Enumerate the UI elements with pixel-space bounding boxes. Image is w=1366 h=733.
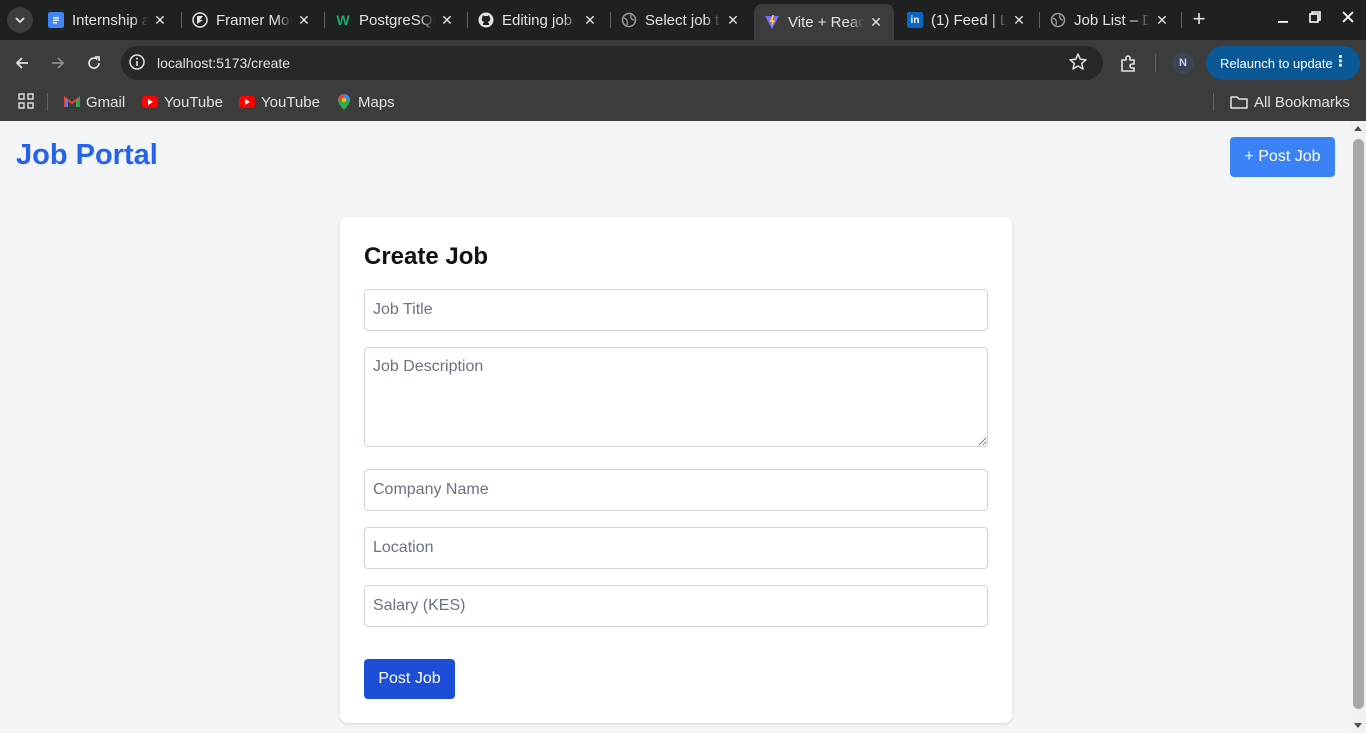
bookmark-star-icon[interactable] bbox=[1068, 52, 1088, 72]
close-icon[interactable]: ✕ bbox=[582, 12, 598, 29]
tab-bar: Internship and ✕ Framer Motion ✕ W Postg… bbox=[0, 0, 1366, 40]
salary-input[interactable] bbox=[364, 585, 988, 627]
close-icon[interactable]: ✕ bbox=[439, 12, 455, 29]
more-vert-icon[interactable]: ⋮ bbox=[1333, 54, 1348, 70]
globe-icon bbox=[621, 12, 637, 28]
restore-icon bbox=[1309, 11, 1321, 23]
forward-button[interactable] bbox=[46, 51, 70, 75]
all-bookmarks-button[interactable]: All Bookmarks bbox=[1230, 90, 1350, 114]
tab-label: Select job to bbox=[645, 11, 721, 29]
apps-grid-icon[interactable] bbox=[18, 93, 34, 109]
close-icon bbox=[1342, 11, 1354, 23]
scroll-thumb[interactable] bbox=[1353, 139, 1364, 709]
tab-label: Framer Motion bbox=[216, 11, 292, 29]
create-job-card: Create Job Post Job bbox=[340, 217, 1012, 723]
tab-linkedin[interactable]: in (1) Feed | LinkedIn ✕ bbox=[897, 4, 1037, 36]
scroll-down-arrow-icon[interactable] bbox=[1354, 723, 1362, 728]
tab-label: Vite + React bbox=[788, 13, 864, 31]
job-description-textarea[interactable] bbox=[364, 347, 988, 447]
brand-logo[interactable]: Job Portal bbox=[16, 139, 158, 172]
maps-icon bbox=[336, 94, 352, 110]
minimize-button[interactable] bbox=[1272, 8, 1294, 30]
youtube-icon bbox=[239, 94, 255, 110]
tab-label: Job List – Django bbox=[1074, 11, 1150, 29]
bookmarks-bar: Gmail YouTube YouTube Maps All Bookmarks bbox=[0, 86, 1366, 121]
form-title: Create Job bbox=[364, 243, 489, 270]
youtube-icon bbox=[142, 94, 158, 110]
tab-search-button[interactable] bbox=[7, 7, 33, 33]
bookmark-maps[interactable]: Maps bbox=[336, 90, 395, 114]
tab-framer[interactable]: Framer Motion ✕ bbox=[182, 4, 322, 36]
google-docs-icon bbox=[48, 12, 64, 28]
tab-select-job[interactable]: Select job to ✕ bbox=[611, 4, 751, 36]
reload-icon bbox=[88, 56, 100, 69]
close-icon[interactable]: ✕ bbox=[152, 12, 168, 29]
minimize-icon bbox=[1278, 21, 1288, 23]
tab-label: Editing job bbox=[502, 11, 573, 29]
globe-icon bbox=[1050, 12, 1066, 28]
bookmark-gmail[interactable]: Gmail bbox=[64, 90, 125, 114]
close-icon[interactable]: ✕ bbox=[1154, 12, 1170, 29]
w-icon: W bbox=[336, 12, 350, 28]
close-icon[interactable]: ✕ bbox=[1011, 12, 1027, 29]
arrow-right-icon bbox=[52, 57, 65, 69]
location-input[interactable] bbox=[364, 527, 988, 569]
framer-icon bbox=[192, 12, 208, 28]
close-icon[interactable]: ✕ bbox=[296, 12, 312, 29]
profile-avatar[interactable]: N bbox=[1172, 52, 1194, 74]
header-post-job-button[interactable]: + Post Job bbox=[1230, 137, 1335, 177]
page-viewport: Job Portal + Post Job Create Job Post Jo… bbox=[0, 121, 1351, 733]
relaunch-button[interactable]: Relaunch to update ⋮ bbox=[1206, 46, 1360, 80]
all-bookmarks-label: All Bookmarks bbox=[1254, 93, 1350, 111]
github-icon bbox=[478, 12, 494, 28]
bookmark-label: YouTube bbox=[164, 93, 223, 111]
site-info-icon[interactable] bbox=[128, 53, 148, 73]
bookmark-label: YouTube bbox=[261, 93, 320, 111]
tab-postgresql[interactable]: W PostgreSQL ✕ bbox=[325, 4, 465, 36]
close-window-button[interactable] bbox=[1337, 8, 1359, 30]
tab-label: Internship and bbox=[72, 11, 148, 29]
reload-button[interactable] bbox=[82, 51, 106, 75]
tab-label: PostgreSQL bbox=[359, 11, 435, 29]
tab-internship[interactable]: Internship and ✕ bbox=[38, 4, 178, 36]
extensions-icon[interactable] bbox=[1118, 52, 1140, 74]
chevron-down-icon bbox=[15, 17, 25, 24]
submit-post-job-button[interactable]: Post Job bbox=[364, 659, 455, 699]
relaunch-label: Relaunch to update bbox=[1220, 55, 1333, 71]
bookmark-youtube[interactable]: YouTube bbox=[142, 90, 223, 114]
arrow-left-icon bbox=[15, 57, 28, 69]
vite-icon bbox=[764, 14, 780, 30]
close-icon[interactable]: ✕ bbox=[725, 12, 741, 29]
tab-vite-react[interactable]: Vite + React ✕ bbox=[754, 4, 894, 40]
new-tab-button[interactable]: + bbox=[1188, 8, 1210, 32]
tab-label: (1) Feed | LinkedIn bbox=[931, 11, 1007, 29]
gmail-icon bbox=[64, 94, 80, 110]
tab-job-list[interactable]: Job List – Django ✕ bbox=[1040, 4, 1180, 36]
scroll-up-arrow-icon[interactable] bbox=[1354, 126, 1362, 131]
bookmark-label: Maps bbox=[358, 93, 395, 111]
restore-button[interactable] bbox=[1304, 8, 1326, 30]
linkedin-icon: in bbox=[907, 12, 923, 28]
close-icon[interactable]: ✕ bbox=[868, 14, 884, 31]
page-scrollbar[interactable] bbox=[1351, 121, 1366, 733]
tab-github[interactable]: Editing job ✕ bbox=[468, 4, 608, 36]
job-title-input[interactable] bbox=[364, 289, 988, 331]
url-text[interactable]: localhost:5173/create bbox=[157, 55, 290, 71]
bookmark-label: Gmail bbox=[86, 93, 126, 111]
bookmark-youtube[interactable]: YouTube bbox=[239, 90, 320, 114]
back-button[interactable] bbox=[10, 51, 34, 75]
folder-icon bbox=[1230, 94, 1248, 110]
company-name-input[interactable] bbox=[364, 469, 988, 511]
